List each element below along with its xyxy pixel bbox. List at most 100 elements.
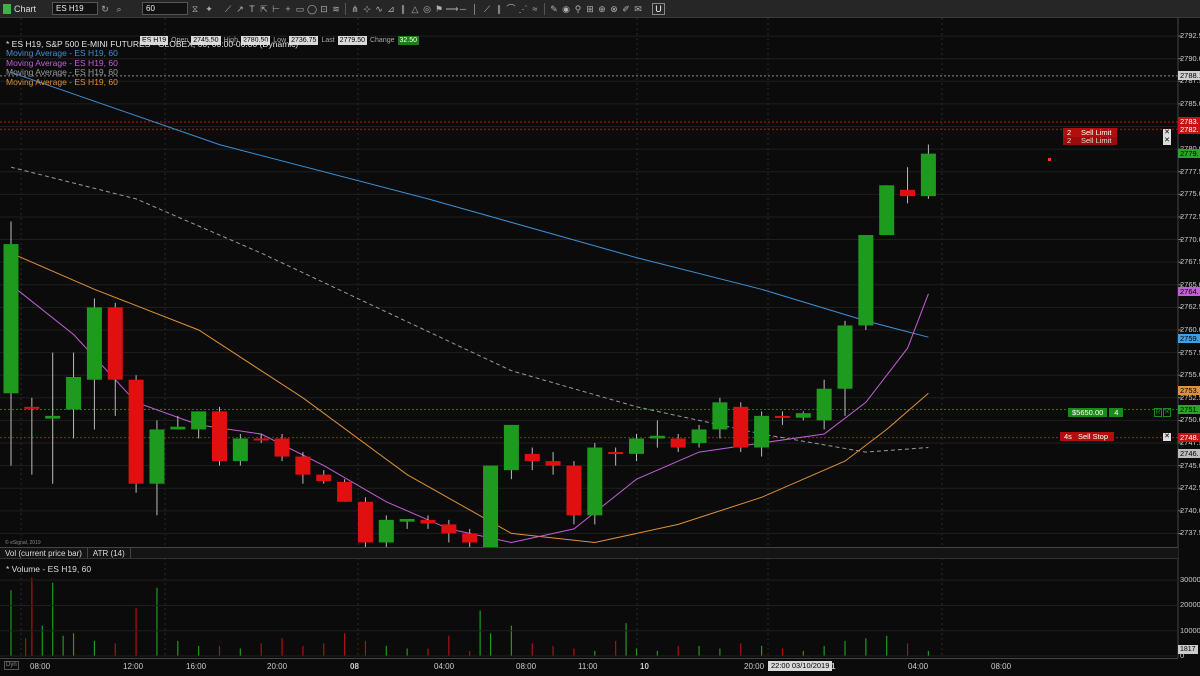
- price-tag: 2746.: [1178, 449, 1200, 459]
- price-tag: 2759.: [1178, 333, 1200, 343]
- price-tick-label: 2790.0: [1180, 53, 1200, 63]
- position-qty: 4: [1108, 408, 1124, 417]
- candle-body: [795, 413, 811, 418]
- candle-body: [649, 435, 665, 439]
- price-tick-label: 2740.0: [1180, 505, 1200, 515]
- crosshair-time-label: 22:00 03/10/2019: [768, 661, 833, 671]
- candle-body: [900, 189, 916, 197]
- price-tick-label: 2785.0: [1180, 98, 1200, 108]
- candle-body: [774, 415, 790, 418]
- price-chart[interactable]: [0, 0, 1200, 676]
- dyn-button[interactable]: Dyn: [4, 661, 19, 670]
- price-tag: 2753.: [1178, 386, 1200, 396]
- reverse-position-icon[interactable]: R: [1154, 408, 1162, 417]
- candle-body: [816, 388, 832, 421]
- last-value: 2779.50: [337, 36, 367, 45]
- candle-body: [86, 307, 102, 380]
- price-tag: 2779.: [1178, 149, 1200, 159]
- candle-body: [24, 406, 40, 409]
- time-tick-label: 16:00: [186, 662, 207, 671]
- candle-body: [441, 524, 457, 534]
- candle-body: [232, 438, 248, 462]
- candle-body: [483, 465, 499, 547]
- candle-body: [712, 402, 728, 430]
- order-label: Sell Stop: [1078, 432, 1109, 441]
- time-tick-label: 20:00: [267, 662, 288, 671]
- candle-body: [879, 185, 895, 236]
- price-tag: 2764.: [1178, 287, 1200, 297]
- price-tick-label: 2792.5: [1180, 31, 1200, 41]
- tab-atr[interactable]: ATR (14): [88, 548, 131, 558]
- candle-body: [66, 376, 82, 410]
- price-tick-label: 2737.5: [1180, 528, 1200, 538]
- candle-body: [45, 415, 61, 419]
- candle-body: [253, 438, 269, 441]
- candle-body: [754, 415, 770, 448]
- volume-title: * Volume - ES H19, 60: [6, 564, 92, 574]
- order-qty: 2: [1067, 136, 1072, 145]
- candle-body: [837, 325, 853, 389]
- cancel-order-icon[interactable]: ✕: [1163, 433, 1171, 441]
- time-tick-label: 20:00: [744, 662, 765, 671]
- tab-volume[interactable]: Vol (current price bar): [0, 548, 88, 558]
- time-tick-label: 08:00: [516, 662, 537, 671]
- cancel-order-icon[interactable]: ✕: [1163, 137, 1171, 145]
- price-tick-label: 2777.5: [1180, 166, 1200, 176]
- candle-body: [691, 429, 707, 444]
- candle-body: [524, 453, 540, 462]
- price-tag: 2748.: [1178, 433, 1200, 443]
- time-tick-label: 10: [640, 662, 649, 671]
- cancel-order-icon[interactable]: ✕: [1163, 129, 1171, 137]
- close-position-icon[interactable]: ✕: [1163, 408, 1171, 417]
- price-tick-label: 2755.0: [1180, 370, 1200, 380]
- candle-body: [337, 481, 353, 502]
- candle-body: [420, 519, 436, 524]
- candle-body: [587, 447, 603, 516]
- candle-body: [545, 461, 561, 466]
- candle-body: [399, 518, 415, 522]
- candle-body: [920, 153, 936, 197]
- candle-body: [107, 307, 123, 380]
- time-tick-label: 12:00: [123, 662, 144, 671]
- candle-body: [608, 452, 624, 455]
- candle-body: [357, 501, 373, 543]
- price-tick-label: 2757.5: [1180, 347, 1200, 357]
- volume-tick-label: 10000: [1180, 625, 1200, 635]
- candle-body: [149, 429, 165, 484]
- candle-body: [3, 244, 19, 394]
- change-label: Change: [369, 37, 395, 44]
- candle-body: [191, 411, 207, 430]
- watermark: © eSignal, 2019: [5, 540, 41, 546]
- order-label: Sell Limit: [1081, 136, 1112, 145]
- study-tabs: Vol (current price bar) ATR (14): [0, 547, 1178, 559]
- sell-stop-order[interactable]: 4s Sell Stop: [1060, 432, 1115, 441]
- price-tick-label: 2742.5: [1180, 483, 1200, 493]
- candle-body: [670, 438, 686, 448]
- order-qty: 4s: [1064, 432, 1072, 441]
- price-tick-label: 2772.5: [1180, 211, 1200, 221]
- volume-tick-label: 20000: [1180, 600, 1200, 610]
- candle-body: [295, 456, 311, 475]
- ma-legend-item[interactable]: Moving Average - ES H19, 60: [6, 77, 118, 88]
- candle-body: [462, 533, 478, 543]
- sell-limit-order-2[interactable]: 2 Sell Limit: [1063, 136, 1118, 145]
- candle-body: [566, 465, 582, 516]
- last-label: Last: [321, 37, 335, 44]
- time-axis[interactable]: 08:00 12:00 16:00 20:00 08 04:00 08:00 11:00 10 2…: [0, 658, 1178, 676]
- candle-body: [378, 519, 394, 543]
- candle-body: [503, 424, 519, 471]
- candle-body: [629, 438, 644, 454]
- candle-body: [170, 426, 186, 430]
- candle-body: [858, 235, 874, 326]
- time-tick-label: 11:00: [578, 662, 598, 671]
- time-tick-label: 08:00: [30, 662, 51, 671]
- time-tick-label: 08: [350, 662, 359, 671]
- ma-legend: Moving Average - ES H19, 60 Moving Averag…: [6, 48, 118, 88]
- price-tag: 2782.: [1178, 124, 1200, 134]
- position-tag[interactable]: $5650.00 4: [1068, 408, 1124, 417]
- price-tag: 2788.1: [1178, 71, 1200, 81]
- volume-bars: [10, 577, 930, 656]
- change-value: 32.50: [397, 36, 420, 45]
- volume-tick-label: 30000: [1180, 575, 1200, 585]
- time-tick-label: 04:00: [908, 662, 929, 671]
